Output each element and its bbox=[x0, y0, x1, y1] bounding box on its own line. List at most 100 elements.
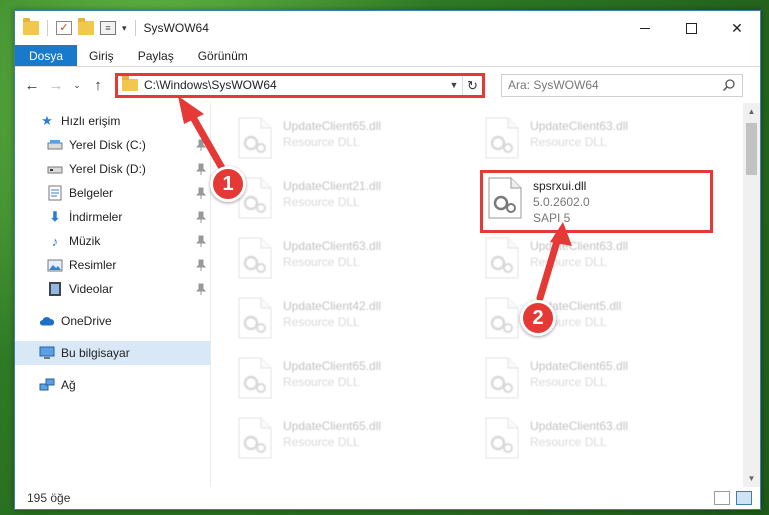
dll-file-icon bbox=[488, 177, 522, 219]
dll-file-icon bbox=[238, 417, 272, 459]
pin-icon[interactable] bbox=[196, 235, 206, 247]
up-button[interactable]: ↑ bbox=[87, 74, 109, 96]
file-name: UpdateClient63.dll bbox=[530, 419, 629, 433]
sidebar-item-label: Resimler bbox=[69, 258, 117, 272]
cloud-icon bbox=[39, 313, 55, 329]
file-item[interactable]: UpdateClient65.dll Resource DLL bbox=[233, 113, 480, 173]
file-list: UpdateClient65.dll Resource DLL UpdateClie… bbox=[211, 103, 760, 487]
folder-icon bbox=[122, 76, 138, 91]
sidebar-item-music[interactable]: ♪ Müzik bbox=[15, 229, 210, 253]
sidebar-item-onedrive[interactable]: OneDrive bbox=[15, 309, 210, 333]
search-box[interactable]: Ara: SysWOW64 bbox=[501, 73, 743, 97]
file-name: UpdateClient63.dll bbox=[530, 239, 629, 253]
pin-icon[interactable] bbox=[196, 139, 206, 151]
search-input[interactable]: Ara: SysWOW64 bbox=[508, 78, 599, 92]
large-icons-view-icon[interactable] bbox=[736, 491, 752, 505]
file-item[interactable]: UpdateClient63.dll Resource DLL bbox=[233, 233, 480, 293]
vertical-scrollbar[interactable]: ▲ ▼ bbox=[743, 103, 760, 487]
dll-file-icon bbox=[238, 357, 272, 399]
sidebar-item-quick-access[interactable]: ★ Hızlı erişim bbox=[15, 109, 210, 133]
file-description: Resource DLL bbox=[530, 435, 607, 449]
details-view-icon[interactable] bbox=[714, 491, 730, 505]
file-description: 5.0.2602.0 bbox=[533, 195, 590, 209]
refresh-button[interactable]: ↻ bbox=[462, 75, 482, 95]
pin-icon[interactable] bbox=[196, 163, 206, 175]
pin-icon[interactable] bbox=[196, 211, 206, 223]
item-count: 195 öğe bbox=[27, 491, 71, 505]
download-icon: ⬇ bbox=[49, 209, 61, 224]
file-meta: UpdateClient65.dll Resource DLL bbox=[283, 417, 381, 449]
dll-file-icon bbox=[485, 237, 519, 279]
computer-icon bbox=[39, 345, 55, 361]
search-icon[interactable] bbox=[722, 78, 736, 92]
file-item-highlighted[interactable]: spsrxui.dll 5.0.2602.0 SAPI 5 bbox=[480, 170, 713, 233]
file-name: UpdateClient21.dll bbox=[283, 179, 382, 193]
customize-toolbar-dropdown-icon[interactable]: ▾ bbox=[122, 23, 127, 34]
scroll-thumb[interactable] bbox=[746, 123, 757, 175]
network-icon bbox=[39, 377, 55, 393]
view-toggles bbox=[714, 491, 752, 505]
file-name: UpdateClient63.dll bbox=[283, 239, 382, 253]
file-name: UpdateClient65.dll bbox=[283, 359, 382, 373]
file-item[interactable]: UpdateClient21.dll Resource DLL bbox=[233, 173, 480, 233]
file-item[interactable]: UpdateClient63.dll Resource DLL bbox=[480, 233, 727, 293]
address-bar[interactable]: C:\Windows\SysWOW64 ▼ ↻ bbox=[115, 72, 485, 98]
pin-icon[interactable] bbox=[196, 283, 206, 295]
drive-icon bbox=[47, 161, 63, 177]
scroll-down-button[interactable]: ▼ bbox=[743, 470, 760, 487]
tab-share[interactable]: Paylaş bbox=[126, 45, 186, 66]
tab-view[interactable]: Görünüm bbox=[186, 45, 260, 66]
dll-file-icon bbox=[238, 297, 272, 339]
star-icon: ★ bbox=[41, 113, 53, 128]
file-item[interactable]: UpdateClient63.dll Resource DLL bbox=[480, 113, 727, 173]
dll-file-icon bbox=[238, 237, 272, 279]
file-description: Resource DLL bbox=[530, 255, 607, 269]
file-name: UpdateClient65.dll bbox=[530, 359, 629, 373]
properties-check-icon[interactable]: ✓ bbox=[56, 21, 72, 35]
forward-button[interactable]: → bbox=[45, 74, 67, 96]
pin-icon[interactable] bbox=[196, 187, 206, 199]
view-options-icon[interactable]: ≡ bbox=[100, 21, 116, 35]
ribbon-tabs: Dosya Giriş Paylaş Görünüm bbox=[15, 45, 760, 67]
file-meta: UpdateClient65.dll Resource DLL bbox=[283, 357, 381, 389]
sidebar-item-documents[interactable]: Belgeler bbox=[15, 181, 210, 205]
minimize-button[interactable] bbox=[622, 11, 668, 45]
file-item[interactable]: UpdateClient63.dll Resource DLL bbox=[480, 413, 727, 473]
scroll-up-button[interactable]: ▲ bbox=[743, 103, 760, 120]
file-name: spsrxui.dll bbox=[533, 179, 587, 193]
sidebar-item-this-pc[interactable]: Bu bilgisayar bbox=[15, 341, 210, 365]
address-path[interactable]: C:\Windows\SysWOW64 bbox=[144, 78, 446, 92]
recent-locations-button[interactable]: ⌄ bbox=[69, 74, 85, 96]
file-item[interactable]: UpdateClient65.dll Resource DLL bbox=[233, 413, 480, 473]
sidebar-item-videos[interactable]: Videolar bbox=[15, 277, 210, 301]
file-item[interactable]: UpdateClient65.dll Resource DLL bbox=[480, 353, 727, 413]
sidebar-item-local-disk-c[interactable]: Yerel Disk (C:) bbox=[15, 133, 210, 157]
chevron-down-icon[interactable]: ▼ bbox=[446, 80, 462, 90]
file-description: Resource DLL bbox=[530, 375, 607, 389]
file-item[interactable]: UpdateClient42.dll Resource DLL bbox=[233, 293, 480, 353]
new-folder-icon[interactable] bbox=[78, 18, 94, 35]
tab-file[interactable]: Dosya bbox=[15, 45, 78, 66]
file-meta: UpdateClient63.dll Resource DLL bbox=[530, 117, 628, 149]
pin-icon[interactable] bbox=[196, 259, 206, 271]
folder-icon bbox=[23, 18, 39, 35]
file-explorer-window: ✓ ≡ ▾ SysWOW64 ✕ Dosya Giriş Paylaş Görü… bbox=[14, 10, 761, 510]
sidebar-item-network[interactable]: Ağ bbox=[15, 373, 210, 397]
tab-home[interactable]: Giriş bbox=[77, 45, 126, 66]
sidebar-item-local-disk-d[interactable]: Yerel Disk (D:) bbox=[15, 157, 210, 181]
maximize-button[interactable] bbox=[668, 11, 714, 45]
file-name: UpdateClient65.dll bbox=[283, 119, 382, 133]
sidebar-item-downloads[interactable]: ⬇ İndirmeler bbox=[15, 205, 210, 229]
window-controls: ✕ bbox=[622, 11, 760, 45]
pictures-icon bbox=[47, 257, 63, 273]
file-meta: UpdateClient65.dll Resource DLL bbox=[530, 357, 628, 389]
file-item[interactable]: UpdateClient5.dll Resource DLL bbox=[480, 293, 727, 353]
back-button[interactable]: ← bbox=[21, 74, 43, 96]
close-button[interactable]: ✕ bbox=[714, 11, 760, 45]
sidebar-item-pictures[interactable]: Resimler bbox=[15, 253, 210, 277]
file-item[interactable]: UpdateClient65.dll Resource DLL bbox=[233, 353, 480, 413]
file-meta: UpdateClient63.dll Resource DLL bbox=[530, 237, 628, 269]
music-icon: ♪ bbox=[51, 233, 59, 249]
